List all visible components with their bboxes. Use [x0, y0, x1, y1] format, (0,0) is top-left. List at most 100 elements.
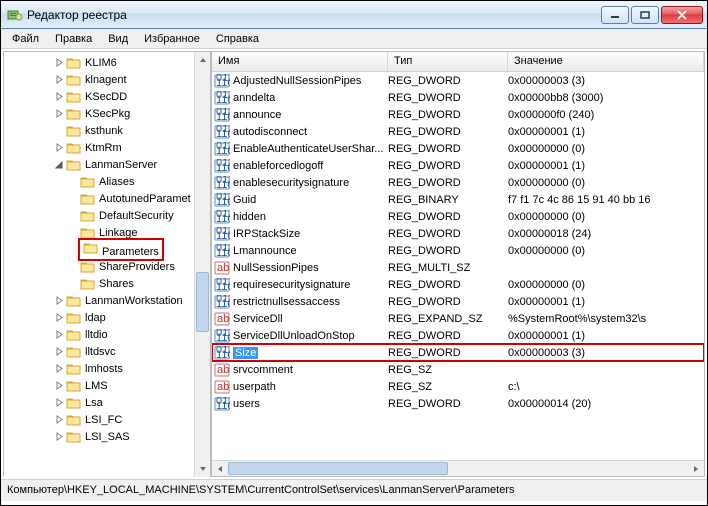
tree-item[interactable]: lmhosts: [4, 360, 210, 377]
list-row[interactable]: 011110requiresecuritysignatureREG_DWORD0…: [212, 276, 704, 293]
list-row[interactable]: 011110usersREG_DWORD0x00000014 (20): [212, 395, 704, 412]
chevron-right-icon[interactable]: [54, 397, 65, 408]
scroll-down-icon[interactable]: [195, 461, 210, 477]
chevron-right-icon[interactable]: [54, 57, 65, 68]
list-body[interactable]: 011110AdjustedNullSessionPipesREG_DWORD0…: [212, 72, 704, 460]
chevron-right-icon[interactable]: [54, 346, 65, 357]
tree-item[interactable]: LSI_FC: [4, 411, 210, 428]
chevron-right-icon[interactable]: [54, 363, 65, 374]
list-row[interactable]: 011110AdjustedNullSessionPipesREG_DWORD0…: [212, 72, 704, 89]
list-hscrollbar[interactable]: [212, 460, 704, 476]
string-value-icon: ab: [214, 312, 230, 326]
binary-value-icon: 011110: [214, 278, 230, 292]
chevron-right-icon[interactable]: [54, 329, 65, 340]
menu-favorites[interactable]: Избранное: [137, 31, 207, 47]
tree-item[interactable]: lltdio: [4, 326, 210, 343]
list-row[interactable]: 011110ServiceDllUnloadOnStopREG_DWORD0x0…: [212, 327, 704, 344]
chevron-right-icon[interactable]: [54, 414, 65, 425]
list-row[interactable]: 011110LmannounceREG_DWORD0x00000000 (0): [212, 242, 704, 259]
folder-icon: [66, 396, 82, 410]
list-row[interactable]: 011110SizeREG_DWORD0x00000003 (3): [212, 344, 704, 361]
scroll-thumb[interactable]: [228, 462, 448, 475]
chevron-right-icon[interactable]: [54, 312, 65, 323]
tree-item[interactable]: LSI_SAS: [4, 428, 210, 445]
list-row[interactable]: abNullSessionPipesREG_MULTI_SZ: [212, 259, 704, 276]
tree-item[interactable]: KSecDD: [4, 88, 210, 105]
tree-item[interactable]: DefaultSecurity: [4, 207, 210, 224]
tree-item[interactable]: LanmanServer: [4, 156, 210, 173]
list-row[interactable]: 011110restrictnullsessaccessREG_DWORD0x0…: [212, 293, 704, 310]
folder-icon: [80, 277, 96, 291]
folder-icon: [80, 209, 96, 223]
list-header[interactable]: Имя Тип Значение: [212, 52, 704, 72]
list-row[interactable]: abServiceDllREG_EXPAND_SZ%SystemRoot%\sy…: [212, 310, 704, 327]
tree-item[interactable]: KSecPkg: [4, 105, 210, 122]
tree-item[interactable]: AutotunedParamet: [4, 190, 210, 207]
list-row[interactable]: 011110enableforcedlogoffREG_DWORD0x00000…: [212, 157, 704, 174]
scroll-up-icon[interactable]: [195, 52, 210, 68]
value-type: REG_MULTI_SZ: [388, 262, 508, 274]
chevron-right-icon[interactable]: [54, 74, 65, 85]
maximize-button[interactable]: [631, 6, 659, 24]
list-row[interactable]: 011110enablesecuritysignatureREG_DWORD0x…: [212, 174, 704, 191]
scroll-right-icon[interactable]: [688, 461, 704, 476]
chevron-right-icon[interactable]: [54, 431, 65, 442]
list-row[interactable]: 011110anndeltaREG_DWORD0x00000bb8 (3000): [212, 89, 704, 106]
value-name: Lmannounce: [233, 245, 297, 257]
scroll-left-icon[interactable]: [212, 461, 228, 476]
chevron-right-icon[interactable]: [54, 91, 65, 102]
scroll-thumb[interactable]: [196, 272, 209, 332]
tree-item[interactable]: klnagent: [4, 71, 210, 88]
list-row[interactable]: 011110GuidREG_BINARYf7 f1 7c 4c 86 15 91…: [212, 191, 704, 208]
menu-edit[interactable]: Правка: [48, 31, 99, 47]
column-type[interactable]: Тип: [388, 52, 508, 71]
tree-pane[interactable]: KLIM6klnagentKSecDDKSecPkgksthunkKtmRmLa…: [3, 51, 211, 477]
value-type: REG_SZ: [388, 381, 508, 393]
value-data: 0x00000000 (0): [508, 143, 704, 155]
close-button[interactable]: [661, 6, 703, 24]
column-data[interactable]: Значение: [508, 52, 704, 71]
list-row[interactable]: absrvcommentREG_SZ: [212, 361, 704, 378]
tree-item[interactable]: Aliases: [4, 173, 210, 190]
folder-icon: [66, 141, 82, 155]
chevron-right-icon[interactable]: [54, 108, 65, 119]
value-type: REG_DWORD: [388, 211, 508, 223]
tree-item[interactable]: ShareProviders: [4, 258, 210, 275]
tree-item[interactable]: Parameters: [4, 241, 210, 258]
tree-item[interactable]: lltdsvc: [4, 343, 210, 360]
tree-item[interactable]: ldap: [4, 309, 210, 326]
list-row[interactable]: 011110autodisconnectREG_DWORD0x00000001 …: [212, 123, 704, 140]
svg-text:110: 110: [216, 298, 230, 309]
tree-item[interactable]: KtmRm: [4, 139, 210, 156]
tree-item[interactable]: Shares: [4, 275, 210, 292]
value-name: Guid: [233, 194, 256, 206]
tree-item-label: LanmanWorkstation: [85, 295, 183, 307]
menu-view[interactable]: Вид: [101, 31, 135, 47]
tree-item-label: ldap: [85, 312, 106, 324]
chevron-right-icon[interactable]: [54, 142, 65, 153]
chevron-right-icon[interactable]: [54, 380, 65, 391]
chevron-right-icon[interactable]: [54, 295, 65, 306]
column-name[interactable]: Имя: [212, 52, 388, 71]
list-row[interactable]: 011110announceREG_DWORD0x000000f0 (240): [212, 106, 704, 123]
menu-file[interactable]: Файл: [5, 31, 46, 47]
chevron-down-icon[interactable]: [54, 159, 65, 170]
tree-item[interactable]: KLIM6: [4, 54, 210, 71]
value-type: REG_DWORD: [388, 92, 508, 104]
tree-item[interactable]: LanmanWorkstation: [4, 292, 210, 309]
list-row[interactable]: 011110hiddenREG_DWORD0x00000000 (0): [212, 208, 704, 225]
tree-item[interactable]: ksthunk: [4, 122, 210, 139]
value-name: AdjustedNullSessionPipes: [233, 75, 361, 87]
minimize-button[interactable]: [601, 6, 629, 24]
svg-text:ab: ab: [217, 381, 229, 393]
list-row[interactable]: 011110IRPStackSizeREG_DWORD0x00000018 (2…: [212, 225, 704, 242]
tree-vscrollbar[interactable]: [194, 52, 210, 477]
value-name: users: [233, 398, 260, 410]
list-row[interactable]: 011110EnableAuthenticateUserShar...REG_D…: [212, 140, 704, 157]
menu-help[interactable]: Справка: [209, 31, 266, 47]
svg-text:110: 110: [216, 281, 230, 292]
list-row[interactable]: abuserpathREG_SZc:\: [212, 378, 704, 395]
tree-item[interactable]: LMS: [4, 377, 210, 394]
tree-item[interactable]: Lsa: [4, 394, 210, 411]
spacer: [54, 125, 65, 136]
